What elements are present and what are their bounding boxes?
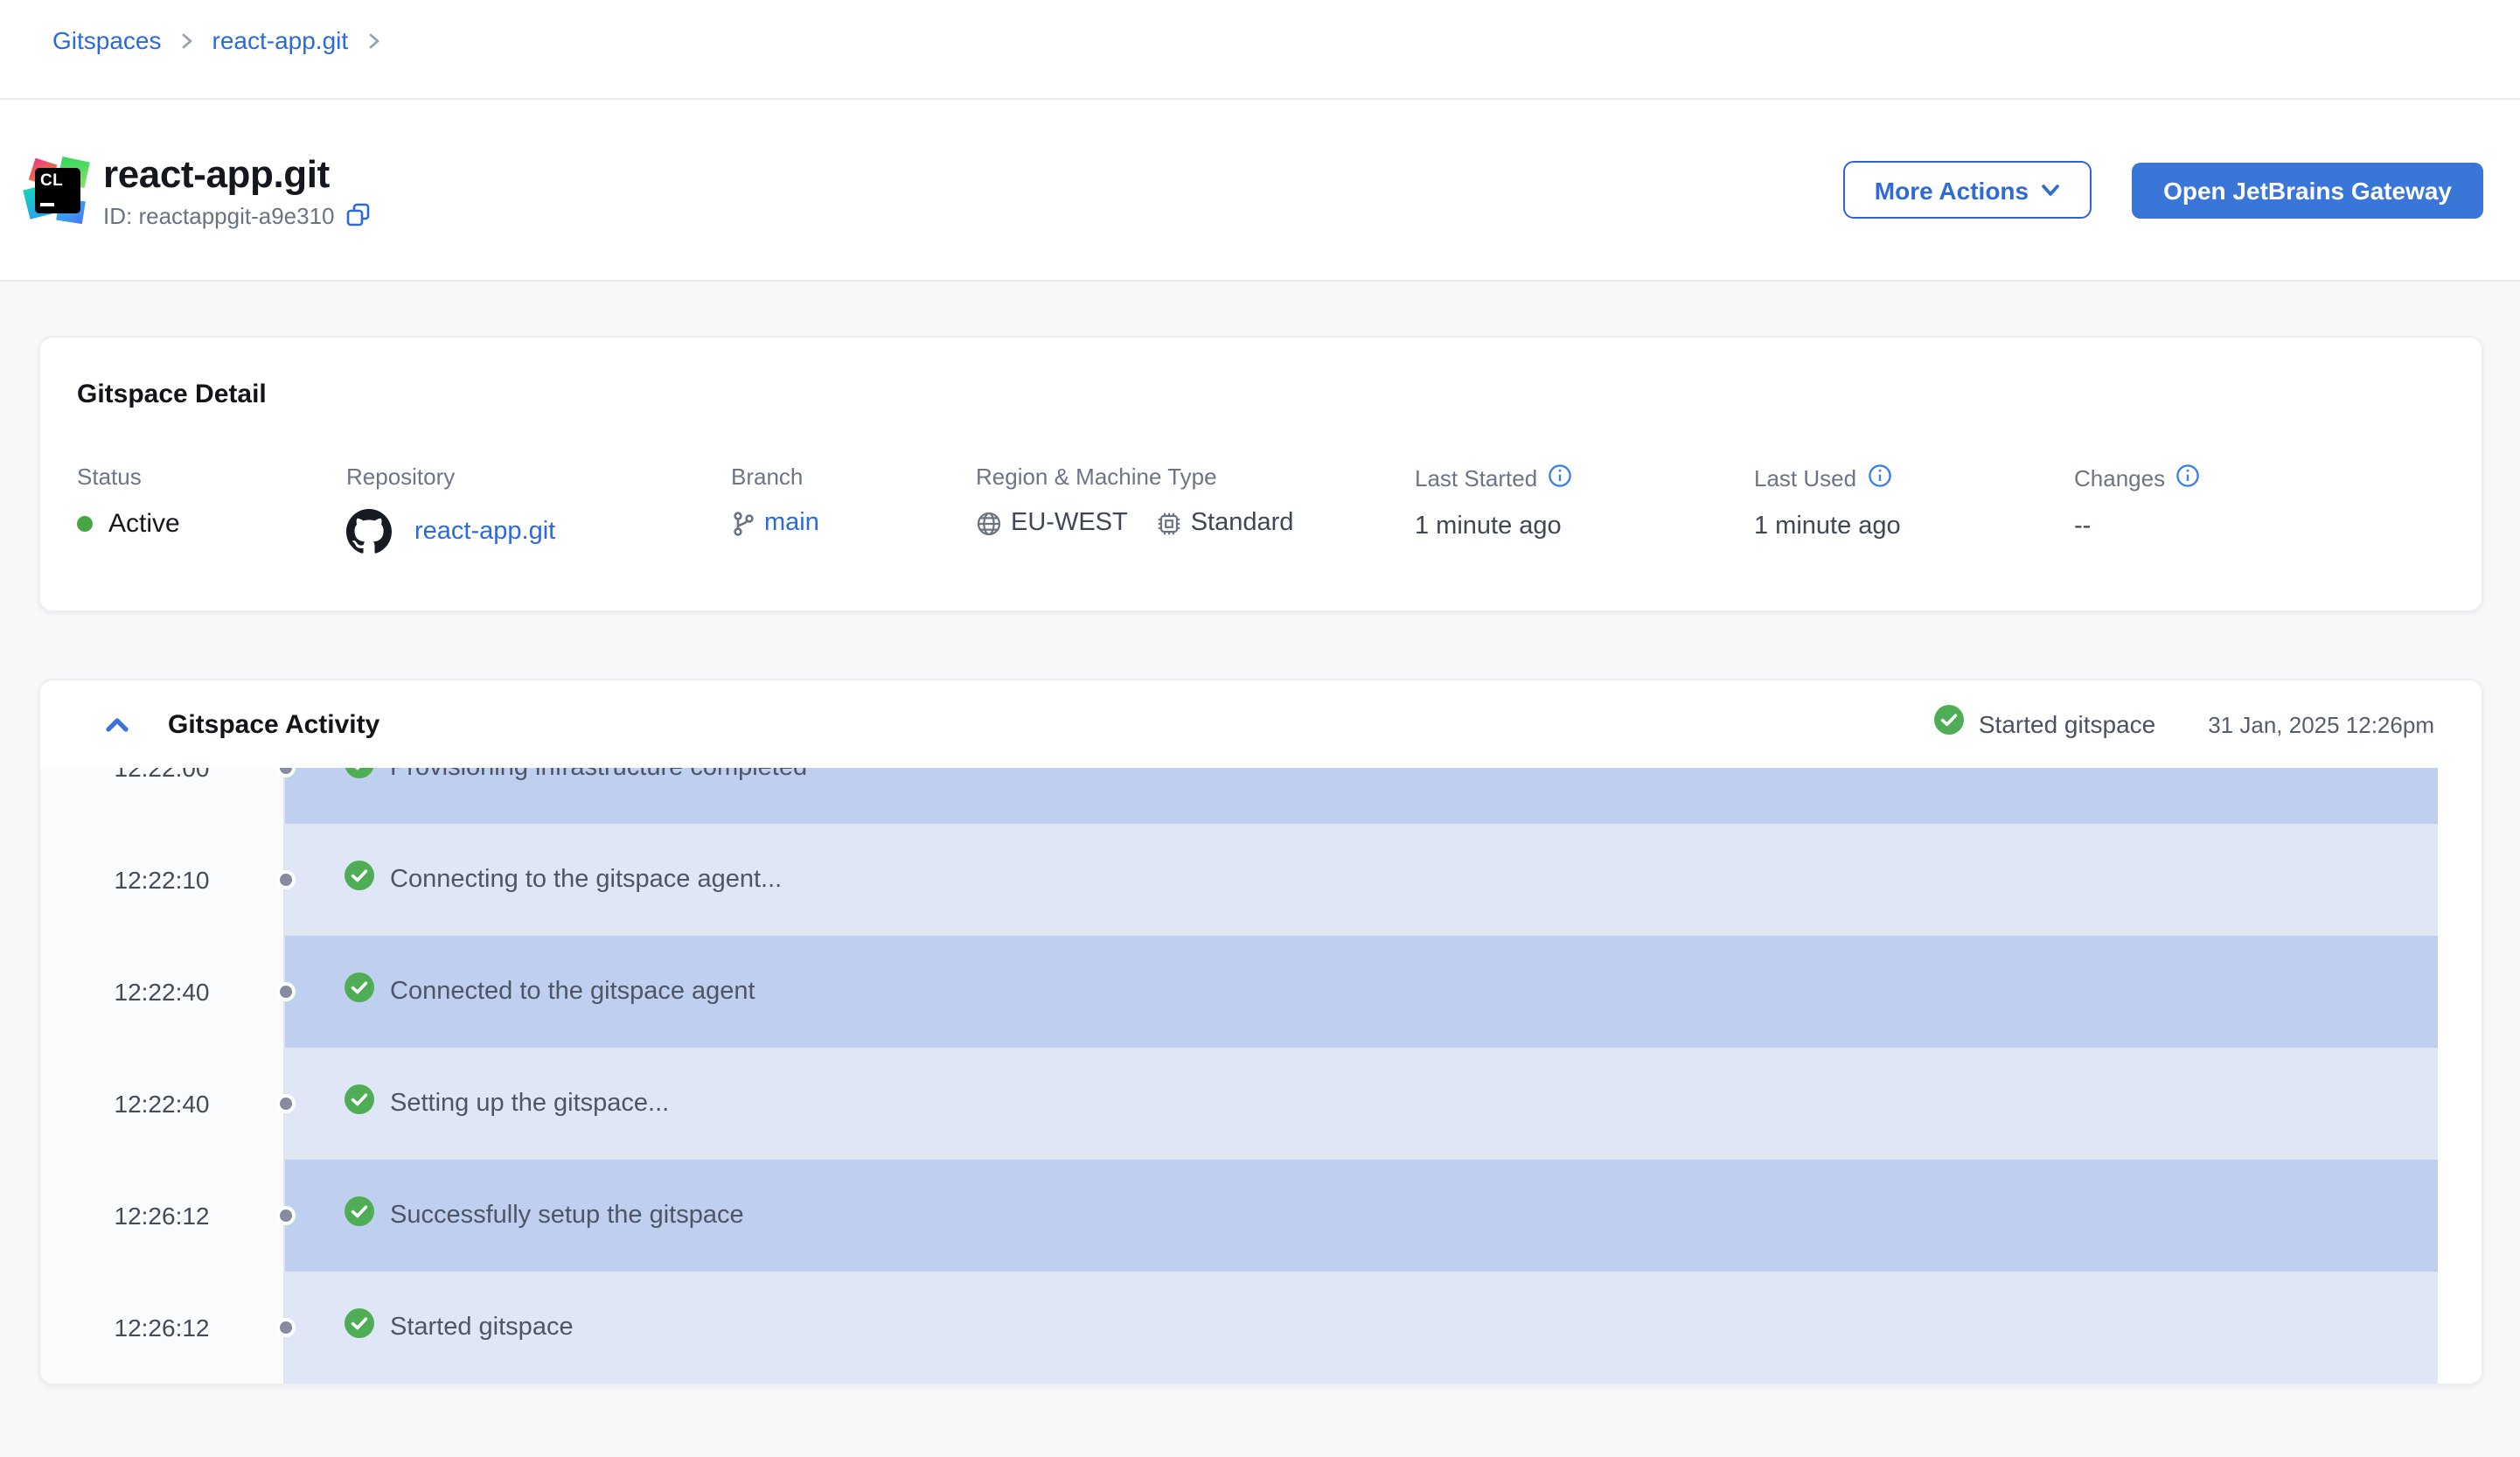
activity-log[interactable]: 12:22:00 Provisioning infrastructure com…	[40, 768, 2482, 1384]
field-region-machine: Region & Machine Type EU-WEST	[976, 464, 1415, 554]
log-message: Successfully setup the gitspace	[390, 1202, 744, 1230]
success-check-icon	[1935, 705, 1965, 743]
log-timestamp: 12:26:12	[40, 1272, 285, 1384]
activity-log-row: 12:22:00 Provisioning infrastructure com…	[40, 768, 2482, 824]
log-message: Provisioning infrastructure completed	[390, 768, 807, 782]
timeline-dot-icon	[276, 1318, 296, 1337]
status-dot	[77, 516, 93, 532]
log-message: Connecting to the gitspace agent...	[390, 866, 782, 894]
repository-link[interactable]: react-app.git	[414, 518, 555, 546]
last-started-value: 1 minute ago	[1415, 512, 1754, 540]
region-value: EU-WEST	[1011, 509, 1128, 537]
log-timestamp: 12:22:00	[40, 768, 285, 824]
gitspace-detail-card: Gitspace Detail Status Active Repository	[38, 336, 2483, 612]
info-icon[interactable]	[1867, 464, 1891, 493]
log-message: Connected to the gitspace agent	[390, 978, 755, 1006]
breadcrumb-link-current[interactable]: react-app.git	[212, 23, 349, 58]
field-changes: Changes --	[2074, 464, 2482, 554]
success-check-icon	[345, 1308, 374, 1347]
machine-type-value: Standard	[1191, 509, 1294, 537]
success-check-icon	[345, 1084, 374, 1123]
timeline-dot-icon	[276, 1094, 296, 1113]
log-timestamp: 12:22:40	[40, 936, 285, 1048]
success-check-icon	[345, 972, 374, 1011]
log-timestamp: 12:22:10	[40, 824, 285, 936]
page-title: react-app.git	[103, 151, 372, 197]
success-check-icon	[345, 1196, 374, 1235]
info-icon[interactable]	[2175, 464, 2200, 493]
breadcrumb: Gitspaces react-app.git	[0, 0, 2520, 100]
clion-ide-icon: CL	[26, 158, 89, 221]
log-timestamp: 12:22:40	[40, 1048, 285, 1160]
chevron-down-icon	[2041, 183, 2060, 197]
page-header: CL react-app.git ID: reactappgit-a9e310	[0, 100, 2520, 282]
open-jetbrains-gateway-button[interactable]: Open JetBrains Gateway	[2132, 162, 2483, 218]
log-message: Setting up the gitspace...	[390, 1090, 669, 1118]
page-root: Gitspaces react-app.git CL react-app.git…	[0, 0, 2520, 1457]
git-branch-icon	[731, 510, 755, 536]
more-actions-button[interactable]: More Actions	[1843, 161, 2092, 219]
activity-log-row: 12:22:10 Connecting to the gitspace agen…	[40, 824, 2482, 936]
branch-link[interactable]: main	[764, 509, 819, 537]
field-repository: Repository react-app.git	[346, 464, 731, 554]
copy-icon[interactable]	[347, 203, 372, 227]
info-icon[interactable]	[1548, 464, 1572, 493]
field-branch: Branch main	[731, 464, 976, 554]
chevron-right-icon	[364, 23, 383, 58]
breadcrumb-link-gitspaces[interactable]: Gitspaces	[52, 23, 162, 58]
field-last-used: Last Used 1 minute ago	[1754, 464, 2074, 554]
machine-type-icon	[1156, 510, 1182, 536]
log-timestamp: 12:26:12	[40, 1160, 285, 1272]
detail-card-title: Gitspace Detail	[77, 380, 2482, 409]
github-icon	[346, 509, 392, 554]
globe-icon	[976, 510, 1002, 536]
activity-status-label: Started gitspace	[1979, 710, 2155, 738]
success-check-icon	[345, 768, 374, 787]
activity-log-row: 12:22:40 Connected to the gitspace agent	[40, 936, 2482, 1048]
last-used-value: 1 minute ago	[1754, 512, 2074, 540]
activity-title: Gitspace Activity	[168, 709, 379, 739]
chevron-right-icon	[178, 23, 197, 58]
timeline-dot-icon	[276, 870, 296, 889]
gitspace-id: ID: reactappgit-a9e310	[103, 202, 335, 228]
gitspace-activity-card: Gitspace Activity Started gitspace 31 Ja…	[38, 679, 2483, 1385]
success-check-icon	[345, 861, 374, 899]
activity-log-row: 12:26:12 Started gitspace	[40, 1272, 2482, 1384]
activity-status-time: 31 Jan, 2025 12:26pm	[2208, 711, 2434, 737]
collapse-chevron-up-icon[interactable]	[105, 716, 129, 732]
changes-value: --	[2074, 512, 2482, 540]
field-last-started: Last Started 1 minute ago	[1415, 464, 1754, 554]
log-message: Started gitspace	[390, 1314, 574, 1342]
activity-log-row: 12:22:40 Setting up the gitspace...	[40, 1048, 2482, 1160]
timeline-dot-icon	[276, 1206, 296, 1225]
activity-log-row: 12:26:12 Successfully setup the gitspace	[40, 1160, 2482, 1272]
field-status: Status Active	[77, 464, 346, 554]
timeline-dot-icon	[276, 982, 296, 1001]
status-value: Active	[108, 509, 180, 539]
